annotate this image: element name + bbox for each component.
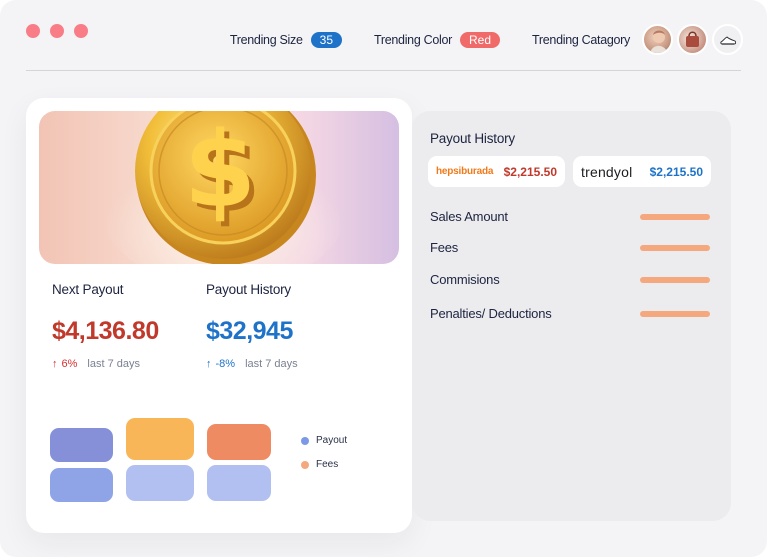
- legend-swatch-payout: [301, 436, 309, 445]
- payout-history-change-value: -8%: [215, 358, 236, 370]
- trending-bar: Trending Size 35 Trending Color Red Tren…: [230, 24, 743, 55]
- payout-summary-card: $ $ Next Payout $4,136.80 ↑ 6% last 7 da…: [26, 98, 412, 533]
- trending-category-label: Trending Catagory: [532, 32, 630, 47]
- next-payout-change: ↑ 6% last 7 days: [52, 358, 159, 370]
- window-controls: [26, 24, 88, 38]
- sneaker-thumbnail[interactable]: [712, 24, 743, 55]
- dollar-coin-icon: $ $: [104, 111, 344, 264]
- row-label-fees: Fees: [430, 240, 459, 255]
- trending-color-badge: Red: [460, 31, 501, 48]
- sneaker-icon: [719, 35, 736, 45]
- next-payout-title: Next Payout: [52, 282, 124, 297]
- payout-history-change-indicator: ↑ -8%: [206, 358, 235, 370]
- bag-photo-thumbnail[interactable]: [677, 24, 708, 55]
- arrow-up-icon: ↑: [206, 358, 212, 370]
- trending-size-label: Trending Size: [229, 32, 303, 47]
- next-payout-value: $4,136.80: [52, 317, 159, 345]
- row-bar-fees: [640, 244, 710, 251]
- trending-color-label: Trending Color: [374, 32, 453, 47]
- row-sales-amount: Sales Amount: [430, 209, 710, 224]
- model-photo-thumbnail[interactable]: [642, 24, 673, 55]
- next-payout-period: last 7 days: [87, 358, 140, 370]
- store-logo-hepsiburada: hepsiburada: [436, 166, 494, 177]
- arrow-up-icon: ↑: [52, 358, 58, 370]
- row-label-sales-amount: Sales Amount: [430, 209, 508, 224]
- store-hepsiburada[interactable]: hepsiburada $2,215.50: [428, 156, 565, 187]
- payout-history-panel-title: Payout History: [430, 131, 515, 146]
- row-label-penalties-deductions: Penalties/ Deductions: [430, 306, 552, 321]
- maximize-window-dot[interactable]: [74, 24, 88, 38]
- payout-block: [207, 465, 271, 501]
- trending-size[interactable]: Trending Size 35: [229, 31, 342, 48]
- minimize-window-dot[interactable]: [50, 24, 64, 38]
- header-divider: [26, 70, 741, 71]
- row-bar-commisions: [640, 276, 710, 283]
- row-bar-penalties-deductions: [640, 310, 710, 317]
- row-bar-sales-amount: [640, 213, 710, 220]
- row-commisions: Commisions: [430, 272, 710, 287]
- app-window: Trending Size 35 Trending Color Red Tren…: [0, 0, 767, 557]
- trending-category[interactable]: Trending Catagory: [532, 33, 630, 47]
- payout-history-title: Payout History: [206, 282, 291, 297]
- fees-block: [207, 424, 271, 460]
- store-trendyol[interactable]: trendyol $2,215.50: [573, 156, 711, 187]
- next-payout-stat: Next Payout $4,136.80 ↑ 6% last 7 days: [52, 282, 159, 370]
- legend-label-payout: Payout: [316, 435, 348, 446]
- trending-size-badge: 35: [310, 31, 342, 48]
- store-amount-hepsiburada: $2,215.50: [503, 164, 557, 179]
- legend-label-fees: Fees: [316, 459, 339, 470]
- hero-banner: $ $: [39, 111, 399, 264]
- row-penalties-deductions: Penalties/ Deductions: [430, 306, 710, 321]
- legend-swatch-fees: [301, 460, 309, 469]
- store-logo-trendyol: trendyol: [581, 163, 633, 180]
- payout-block: [50, 428, 113, 462]
- payout-history-value: $32,945: [206, 317, 293, 345]
- close-window-dot[interactable]: [26, 24, 40, 38]
- svg-text:$: $: [184, 111, 256, 231]
- legend-item-fees: Fees: [301, 459, 347, 470]
- payout-history-change: ↑ -8% last 7 days: [206, 358, 298, 370]
- trending-category-thumbnails: [642, 24, 743, 55]
- payout-fees-blocks: [50, 418, 290, 508]
- payout-history-stat: Payout History $32,945 ↑ -8% last 7 days: [206, 282, 298, 370]
- legend-item-payout: Payout: [301, 435, 347, 446]
- next-payout-change-value: 6%: [61, 358, 78, 370]
- row-fees: Fees: [430, 240, 710, 255]
- payout-block: [126, 465, 194, 501]
- trending-color[interactable]: Trending Color Red: [374, 31, 501, 48]
- blocks-legend: Payout Fees: [301, 435, 347, 483]
- payout-history-period: last 7 days: [245, 358, 298, 370]
- fees-block: [126, 418, 194, 460]
- row-label-commisions: Commisions: [430, 272, 500, 287]
- payout-block: [50, 468, 113, 502]
- store-amount-trendyol: $2,215.50: [649, 164, 703, 179]
- next-payout-change-indicator: ↑ 6%: [52, 358, 77, 370]
- payout-history-panel: Payout History hepsiburada $2,215.50 tre…: [412, 111, 731, 521]
